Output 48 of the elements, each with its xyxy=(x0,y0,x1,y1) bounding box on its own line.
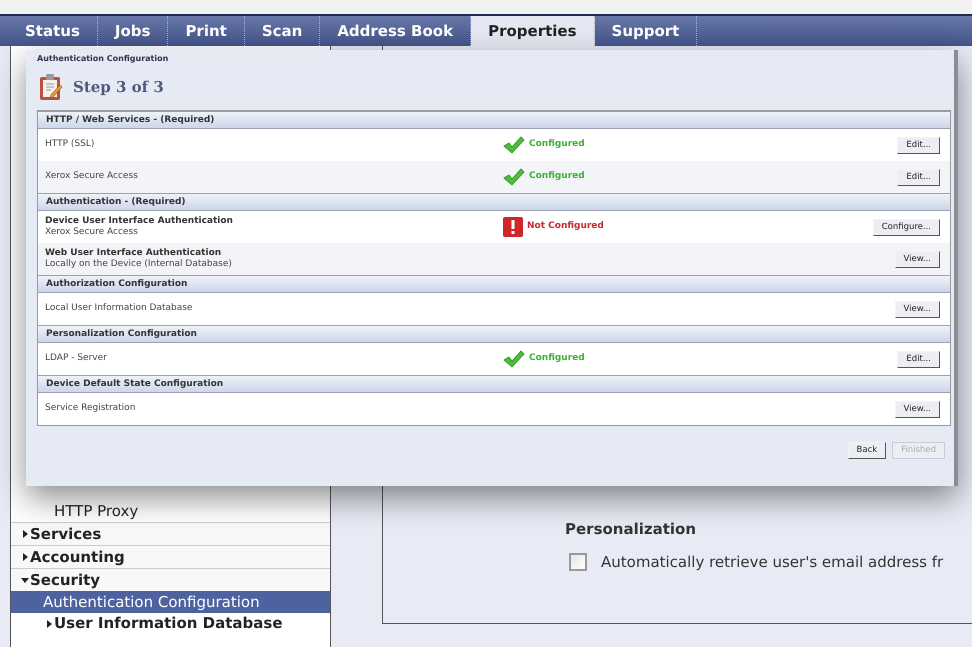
nav-tab[interactable]: Support xyxy=(594,16,698,46)
action-button[interactable]: Configure... xyxy=(872,218,940,236)
section-header: Device Default State Configuration xyxy=(38,375,950,393)
warning-icon xyxy=(503,217,523,237)
sidebar-item[interactable]: HTTP Proxy xyxy=(11,501,330,522)
row-label: Local User Information Database xyxy=(45,303,192,314)
sidebar-group[interactable]: User Information Database xyxy=(11,613,330,634)
sidebar-group[interactable]: Security xyxy=(11,568,330,591)
status-text: Configured xyxy=(529,138,585,152)
caret-down-icon xyxy=(21,575,29,585)
status-text: Configured xyxy=(529,170,585,184)
row-label: HTTP (SSL) xyxy=(45,139,94,150)
sidebar-group[interactable]: Accounting xyxy=(11,545,330,568)
action-button[interactable]: View... xyxy=(894,300,940,318)
row-sublabel: Xerox Secure Access xyxy=(45,227,139,238)
section-header: HTTP / Web Services - (Required) xyxy=(38,111,950,129)
checkmark-icon xyxy=(503,350,525,368)
section-heading: Personalization xyxy=(565,519,698,540)
caret-right-icon xyxy=(45,618,53,628)
action-button[interactable]: Edit... xyxy=(897,350,940,368)
sidebar-group[interactable]: Services xyxy=(11,522,330,545)
section-header: Authorization Configuration xyxy=(38,275,950,293)
status-text: Not Configured xyxy=(527,220,604,234)
caret-right-icon xyxy=(21,552,29,562)
action-button[interactable]: Edit... xyxy=(897,168,940,186)
checkmark-icon xyxy=(503,168,525,186)
checkbox[interactable] xyxy=(569,552,587,571)
row-label: Web User Interface Authentication xyxy=(45,248,222,259)
clipboard-icon xyxy=(39,73,63,101)
status-text: Configured xyxy=(529,352,585,366)
checkmark-icon xyxy=(503,136,525,154)
sidebar-item[interactable]: Authentication Configuration xyxy=(11,591,330,613)
row-label: LDAP - Server xyxy=(45,353,107,364)
action-button[interactable]: View... xyxy=(894,400,940,418)
action-button[interactable]: Edit... xyxy=(897,136,940,154)
row-label: Service Registration xyxy=(45,403,136,414)
section-header: Personalization Configuration xyxy=(38,325,950,343)
caret-right-icon xyxy=(21,529,29,539)
section-header: Authentication - (Required) xyxy=(38,193,950,211)
row-sublabel: Locally on the Device (Internal Database) xyxy=(45,259,233,270)
action-button[interactable]: View... xyxy=(894,250,940,268)
nav-tab[interactable]: Properties xyxy=(471,16,595,46)
step-indicator: Step 3 of 3 xyxy=(73,76,164,98)
action-button[interactable]: Back xyxy=(848,442,886,459)
checkbox-label: Automatically retrieve user's email address fr xyxy=(601,552,944,572)
row-label: Xerox Secure Access xyxy=(45,171,138,182)
dialog-title: Authentication Configuration xyxy=(37,53,170,65)
row-label: Device User Interface Authentication xyxy=(45,216,234,227)
